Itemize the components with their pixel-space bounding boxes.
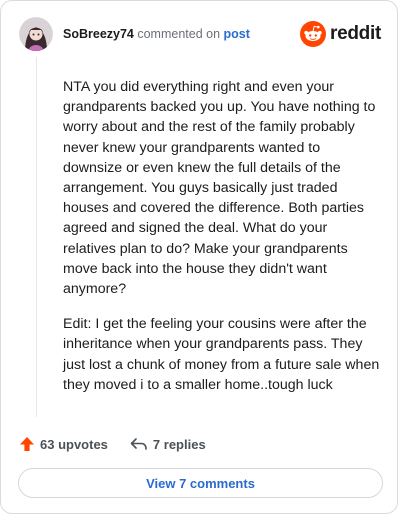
view-comments-button[interactable]: View 7 comments [18,468,383,498]
reply-button[interactable]: 7 replies [130,437,206,452]
reddit-logo: reddit [300,20,381,48]
reply-count: 7 replies [152,436,206,452]
comment-body: NTA you did everything right and even yo… [63,77,381,410]
comment-header: SoBreezy74 commented on post reddit [19,17,381,53]
comment-paragraph: NTA you did everything right and even yo… [63,79,376,298]
thread-line [36,57,37,417]
byline-verb: commented on [137,27,221,41]
reddit-snoo-icon [300,21,327,47]
brand-wordmark: reddit [330,23,381,44]
author-name[interactable]: SoBreezy74 [63,27,134,41]
avatar-image [19,17,53,51]
post-link[interactable]: post [224,27,250,41]
upvote-arrow-icon [20,437,34,451]
reply-arrow-icon [130,438,147,450]
avatar[interactable] [19,17,53,51]
comment-byline: SoBreezy74 commented on post [63,27,250,41]
comment-card: SoBreezy74 commented on post reddit NTA … [0,0,398,514]
comment-actions: 63 upvotes 7 replies [19,434,381,454]
comment-paragraph: Edit: I get the feeling your cousins wer… [63,316,380,393]
upvote-button[interactable]: 63 upvotes [19,436,108,452]
upvote-count: 63 upvotes [40,436,108,452]
